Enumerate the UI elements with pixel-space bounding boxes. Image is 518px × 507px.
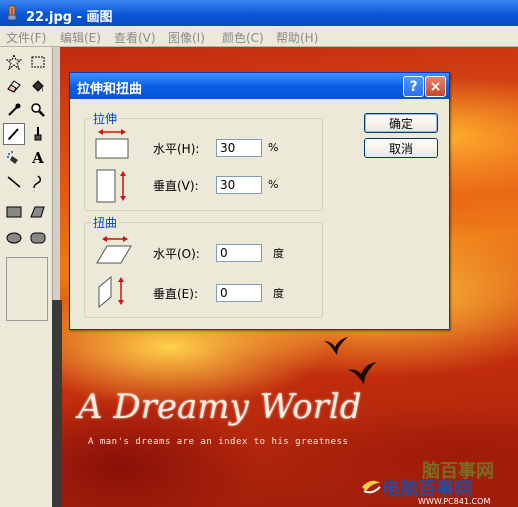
curve-icon (33, 175, 42, 189)
pencil-tool[interactable] (3, 123, 25, 145)
brush-icon (34, 127, 42, 141)
stretch-horizontal-unit: % (268, 141, 279, 154)
rectangle-icon (6, 206, 22, 218)
toolbox: A (0, 47, 53, 507)
image-title-text: A Dreamy World (78, 387, 362, 427)
workspace-background (52, 300, 62, 507)
watermark-logo-icon (362, 480, 381, 494)
fill-tool[interactable] (27, 75, 49, 97)
menu-file[interactable]: 文件(F) (6, 29, 46, 46)
skew-vertical-unit: 度 (273, 287, 284, 300)
menu-view[interactable]: 查看(V) (114, 29, 156, 46)
menu-image[interactable]: 图像(I) (168, 29, 205, 46)
cancel-button[interactable]: 取消 (364, 138, 438, 158)
text-tool[interactable]: A (27, 147, 49, 169)
stretch-horizontal-label: 水平(H): (153, 142, 200, 156)
magnifier-icon (31, 103, 45, 117)
airbrush-tool[interactable] (3, 147, 25, 169)
help-button[interactable]: ? (403, 76, 424, 97)
skew-vertical-input[interactable] (216, 284, 262, 302)
tool-options-box[interactable] (6, 257, 48, 321)
stretch-vertical-label: 垂直(V): (153, 179, 199, 193)
stretch-horizontal-input[interactable] (216, 139, 262, 157)
dialog-title: 拉伸和扭曲 (77, 82, 143, 97)
ok-button[interactable]: 确定 (364, 113, 438, 133)
brush-tool[interactable] (27, 123, 49, 145)
magnifier-tool[interactable] (27, 99, 49, 121)
dotted-rectangle-icon (31, 56, 45, 68)
stretch-skew-dialog: 拉伸和扭曲 ? × 拉伸 水平(H): % 垂直(V): % 扭曲 (69, 72, 450, 330)
paint-app-icon (7, 5, 17, 21)
eraser-tool[interactable] (3, 75, 25, 97)
skew-horizontal-icon (96, 236, 132, 264)
eyedropper-icon (8, 103, 21, 116)
rectangle-tool[interactable] (3, 201, 25, 223)
stretch-vertical-unit: % (268, 178, 279, 191)
airbrush-icon (7, 151, 18, 164)
pencil-icon (8, 128, 19, 140)
bird-silhouette (348, 362, 376, 384)
curve-tool[interactable] (27, 171, 49, 193)
skew-horizontal-label: 水平(O): (153, 247, 200, 261)
menu-help[interactable]: 帮助(H) (276, 29, 318, 46)
paint-bucket-icon (32, 80, 44, 92)
stretch-vertical-input[interactable] (216, 176, 262, 194)
rounded-rectangle-tool[interactable] (27, 227, 49, 249)
skew-horizontal-input[interactable] (216, 244, 262, 262)
close-button[interactable]: × (425, 76, 446, 97)
dialog-titlebar[interactable]: 拉伸和扭曲 ? × (70, 73, 449, 99)
image-subtitle-text: A man's dreams are an index to his great… (88, 437, 349, 447)
skew-horizontal-unit: 度 (273, 247, 284, 260)
watermark: 脑百事网 电脑百事网 WWW.PC841.COM (360, 457, 518, 507)
stretch-legend: 拉伸 (91, 110, 120, 127)
stretch-horizontal-icon (95, 129, 129, 159)
ellipse-tool[interactable] (3, 227, 25, 249)
watermark-url: WWW.PC841.COM (418, 497, 491, 506)
line-tool[interactable] (3, 171, 25, 193)
rounded-rectangle-icon (30, 232, 46, 244)
line-icon (7, 176, 21, 188)
skew-vertical-label: 垂直(E): (153, 287, 198, 301)
stretch-group: 拉伸 水平(H): % 垂直(V): % (84, 110, 323, 211)
eraser-icon (7, 80, 21, 93)
free-form-select-tool[interactable] (3, 51, 25, 73)
window-title: 22.jpg - 画图 (26, 10, 113, 25)
text-icon: A (32, 149, 44, 167)
skew-group: 扭曲 水平(O): 度 垂直(E): 度 (84, 214, 323, 318)
menu-colors[interactable]: 颜色(C) (222, 29, 264, 46)
skew-legend: 扭曲 (91, 214, 120, 231)
bird-silhouette (324, 337, 348, 355)
star-lasso-icon (6, 54, 22, 70)
menu-edit[interactable]: 编辑(E) (60, 29, 101, 46)
stretch-vertical-icon (96, 169, 126, 203)
help-icon: ? (409, 78, 418, 95)
rect-select-tool[interactable] (27, 51, 49, 73)
window-titlebar[interactable]: 22.jpg - 画图 (0, 0, 518, 26)
ellipse-icon (6, 232, 22, 244)
polygon-icon (30, 206, 45, 218)
menu-bar: 文件(F) 编辑(E) 查看(V) 图像(I) 颜色(C) 帮助(H) (0, 26, 518, 47)
polygon-tool[interactable] (27, 201, 49, 223)
close-icon: × (429, 78, 442, 95)
pick-color-tool[interactable] (3, 99, 25, 121)
skew-vertical-icon (98, 275, 124, 309)
